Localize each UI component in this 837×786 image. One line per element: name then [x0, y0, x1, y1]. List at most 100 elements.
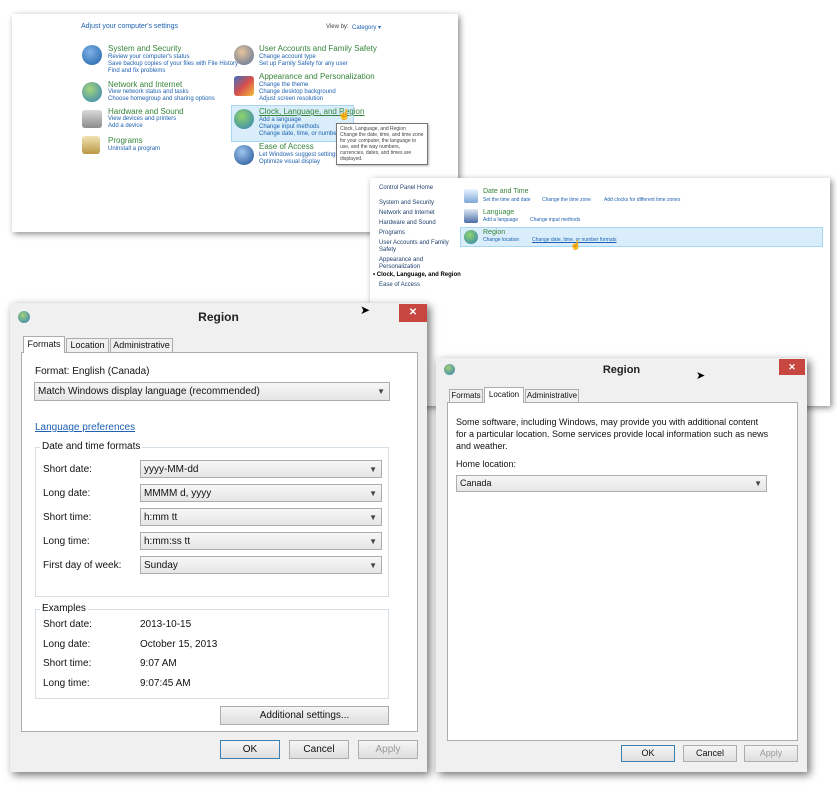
- ok-button[interactable]: OK: [220, 740, 280, 759]
- link-family-safety[interactable]: Set up Family Safety for any user: [259, 61, 348, 68]
- link-uninstall[interactable]: Uninstall a program: [108, 146, 160, 153]
- link-input-methods[interactable]: Change input methods: [259, 124, 319, 131]
- dialog-title: Region: [602, 364, 641, 376]
- format-label: Format: English (Canada): [35, 366, 150, 377]
- arrow-cursor-icon: ➤: [360, 303, 371, 317]
- sidebar-item-current[interactable]: • Clock, Language, and Region: [373, 272, 461, 279]
- chevron-down-icon: ▼: [377, 387, 385, 396]
- long-date-select[interactable]: MMMM d, yyyy ▼: [140, 484, 382, 502]
- chevron-down-icon: ▼: [369, 513, 377, 522]
- ok-button[interactable]: OK: [621, 745, 675, 762]
- short-time-value: h:mm tt: [144, 512, 178, 523]
- long-time-select[interactable]: h:mm:ss tt ▼: [140, 532, 382, 550]
- link-add-language-2[interactable]: Add a language: [483, 217, 518, 224]
- category-programs[interactable]: Programs: [108, 136, 143, 146]
- sidebar-item[interactable]: Ease of Access: [379, 282, 420, 289]
- long-time-label: Long time:: [43, 536, 90, 547]
- link-set-time[interactable]: Set the time and date: [483, 197, 531, 204]
- home-location-select[interactable]: Canada ▼: [456, 475, 767, 492]
- short-date-value: yyyy-MM-dd: [144, 464, 199, 475]
- tab-location[interactable]: Location: [484, 387, 524, 403]
- sidebar-item[interactable]: Personalization: [379, 264, 420, 271]
- cancel-button[interactable]: Cancel: [683, 745, 737, 762]
- arrow-cursor-icon: ➤: [696, 370, 706, 382]
- apply-button[interactable]: Apply: [744, 745, 798, 762]
- link-theme[interactable]: Change the theme: [259, 82, 308, 89]
- sidebar-item[interactable]: System and Security: [379, 200, 434, 207]
- sidebar-item[interactable]: Safety: [379, 247, 396, 254]
- format-select-value: Match Windows display language (recommen…: [38, 386, 260, 397]
- globe-icon: [464, 230, 478, 244]
- tooltip-line: displayed.: [340, 156, 363, 162]
- example-value: 9:07 AM: [140, 658, 177, 669]
- appearance-icon: [234, 76, 254, 96]
- category-appearance[interactable]: Appearance and Personalization: [259, 72, 375, 82]
- hand-cursor-icon: ☝: [338, 110, 351, 121]
- tab-administrative[interactable]: Administrative: [110, 338, 173, 353]
- view-by-dropdown[interactable]: Category ▾: [352, 24, 381, 31]
- short-time-select[interactable]: h:mm tt ▼: [140, 508, 382, 526]
- link-add-device[interactable]: Add a device: [108, 123, 143, 130]
- language-preferences-link[interactable]: Language preferences: [35, 422, 135, 433]
- close-button[interactable]: ✕: [779, 359, 805, 375]
- additional-settings-button[interactable]: Additional settings...: [220, 706, 389, 725]
- chevron-down-icon: ▼: [369, 561, 377, 570]
- chevron-down-icon: ▼: [369, 465, 377, 474]
- link-visual-display[interactable]: Optimize visual display: [259, 159, 320, 166]
- first-day-select[interactable]: Sunday ▼: [140, 556, 382, 574]
- sidebar-home[interactable]: Control Panel Home: [379, 185, 433, 192]
- link-network-status[interactable]: View network status and tasks: [108, 89, 189, 96]
- hand-cursor-icon: ☝: [570, 240, 582, 250]
- sidebar-item[interactable]: Appearance and: [379, 257, 423, 264]
- sidebar-item[interactable]: Network and Internet: [379, 210, 435, 217]
- category-user-accounts[interactable]: User Accounts and Family Safety: [259, 44, 377, 54]
- link-background[interactable]: Change desktop background: [259, 89, 336, 96]
- link-review-status[interactable]: Review your computer's status: [108, 54, 190, 61]
- sidebar-item[interactable]: User Accounts and Family: [379, 240, 449, 247]
- short-date-select[interactable]: yyyy-MM-dd ▼: [140, 460, 382, 478]
- link-file-history[interactable]: Save backup copies of your files with Fi…: [108, 61, 238, 68]
- format-select[interactable]: Match Windows display language (recommen…: [34, 382, 390, 401]
- example-label: Long time:: [43, 678, 90, 689]
- ease-of-access-icon: [234, 145, 254, 165]
- tab-administrative[interactable]: Administrative: [525, 389, 579, 403]
- link-homegroup[interactable]: Choose homegroup and sharing options: [108, 96, 215, 103]
- section-date-time[interactable]: Date and Time: [483, 187, 529, 197]
- link-suggest-settings[interactable]: Let Windows suggest settings: [259, 152, 338, 159]
- location-description: Some software, including Windows, may pr…: [456, 417, 759, 427]
- calendar-clock-icon: [464, 189, 478, 203]
- sidebar-item[interactable]: Programs: [379, 230, 405, 237]
- example-value: October 15, 2013: [140, 639, 218, 650]
- users-icon: [234, 45, 254, 65]
- example-label: Short date:: [43, 619, 92, 630]
- link-time-zone[interactable]: Change the time zone: [542, 197, 591, 204]
- first-day-value: Sunday: [144, 560, 178, 571]
- globe-clock-icon: [234, 109, 254, 129]
- link-resolution[interactable]: Adjust screen resolution: [259, 96, 323, 103]
- short-time-label: Short time:: [43, 512, 92, 523]
- location-description: and weather.: [456, 441, 508, 451]
- link-add-clocks[interactable]: Add clocks for different time zones: [604, 197, 680, 204]
- sidebar-item[interactable]: Hardware and Sound: [379, 220, 436, 227]
- category-ease-access[interactable]: Ease of Access: [259, 142, 314, 152]
- link-add-language[interactable]: Add a language: [259, 117, 301, 124]
- link-input-methods-2[interactable]: Change input methods: [530, 217, 580, 224]
- long-date-value: MMMM d, yyyy: [144, 488, 212, 499]
- link-devices-printers[interactable]: View devices and printers: [108, 116, 176, 123]
- cp-heading: Adjust your computer's settings: [81, 23, 179, 30]
- apply-button[interactable]: Apply: [358, 740, 418, 759]
- tab-location[interactable]: Location: [66, 338, 109, 353]
- link-find-fix[interactable]: Find and fix problems: [108, 68, 165, 75]
- tab-formats[interactable]: Formats: [23, 336, 65, 353]
- close-button[interactable]: ✕: [399, 304, 427, 322]
- link-change-location[interactable]: Change location: [483, 237, 519, 244]
- home-location-label: Home location:: [456, 459, 517, 469]
- region-formats-dialog: Region ✕ ➤ Formats Location Administrati…: [10, 303, 427, 772]
- link-account-type[interactable]: Change account type: [259, 54, 316, 61]
- category-system-security[interactable]: System and Security: [108, 44, 181, 54]
- cancel-button[interactable]: Cancel: [289, 740, 349, 759]
- example-label: Long date:: [43, 639, 91, 650]
- tab-formats[interactable]: Formats: [449, 389, 483, 403]
- shield-icon: [82, 45, 102, 65]
- long-date-label: Long date:: [43, 488, 91, 499]
